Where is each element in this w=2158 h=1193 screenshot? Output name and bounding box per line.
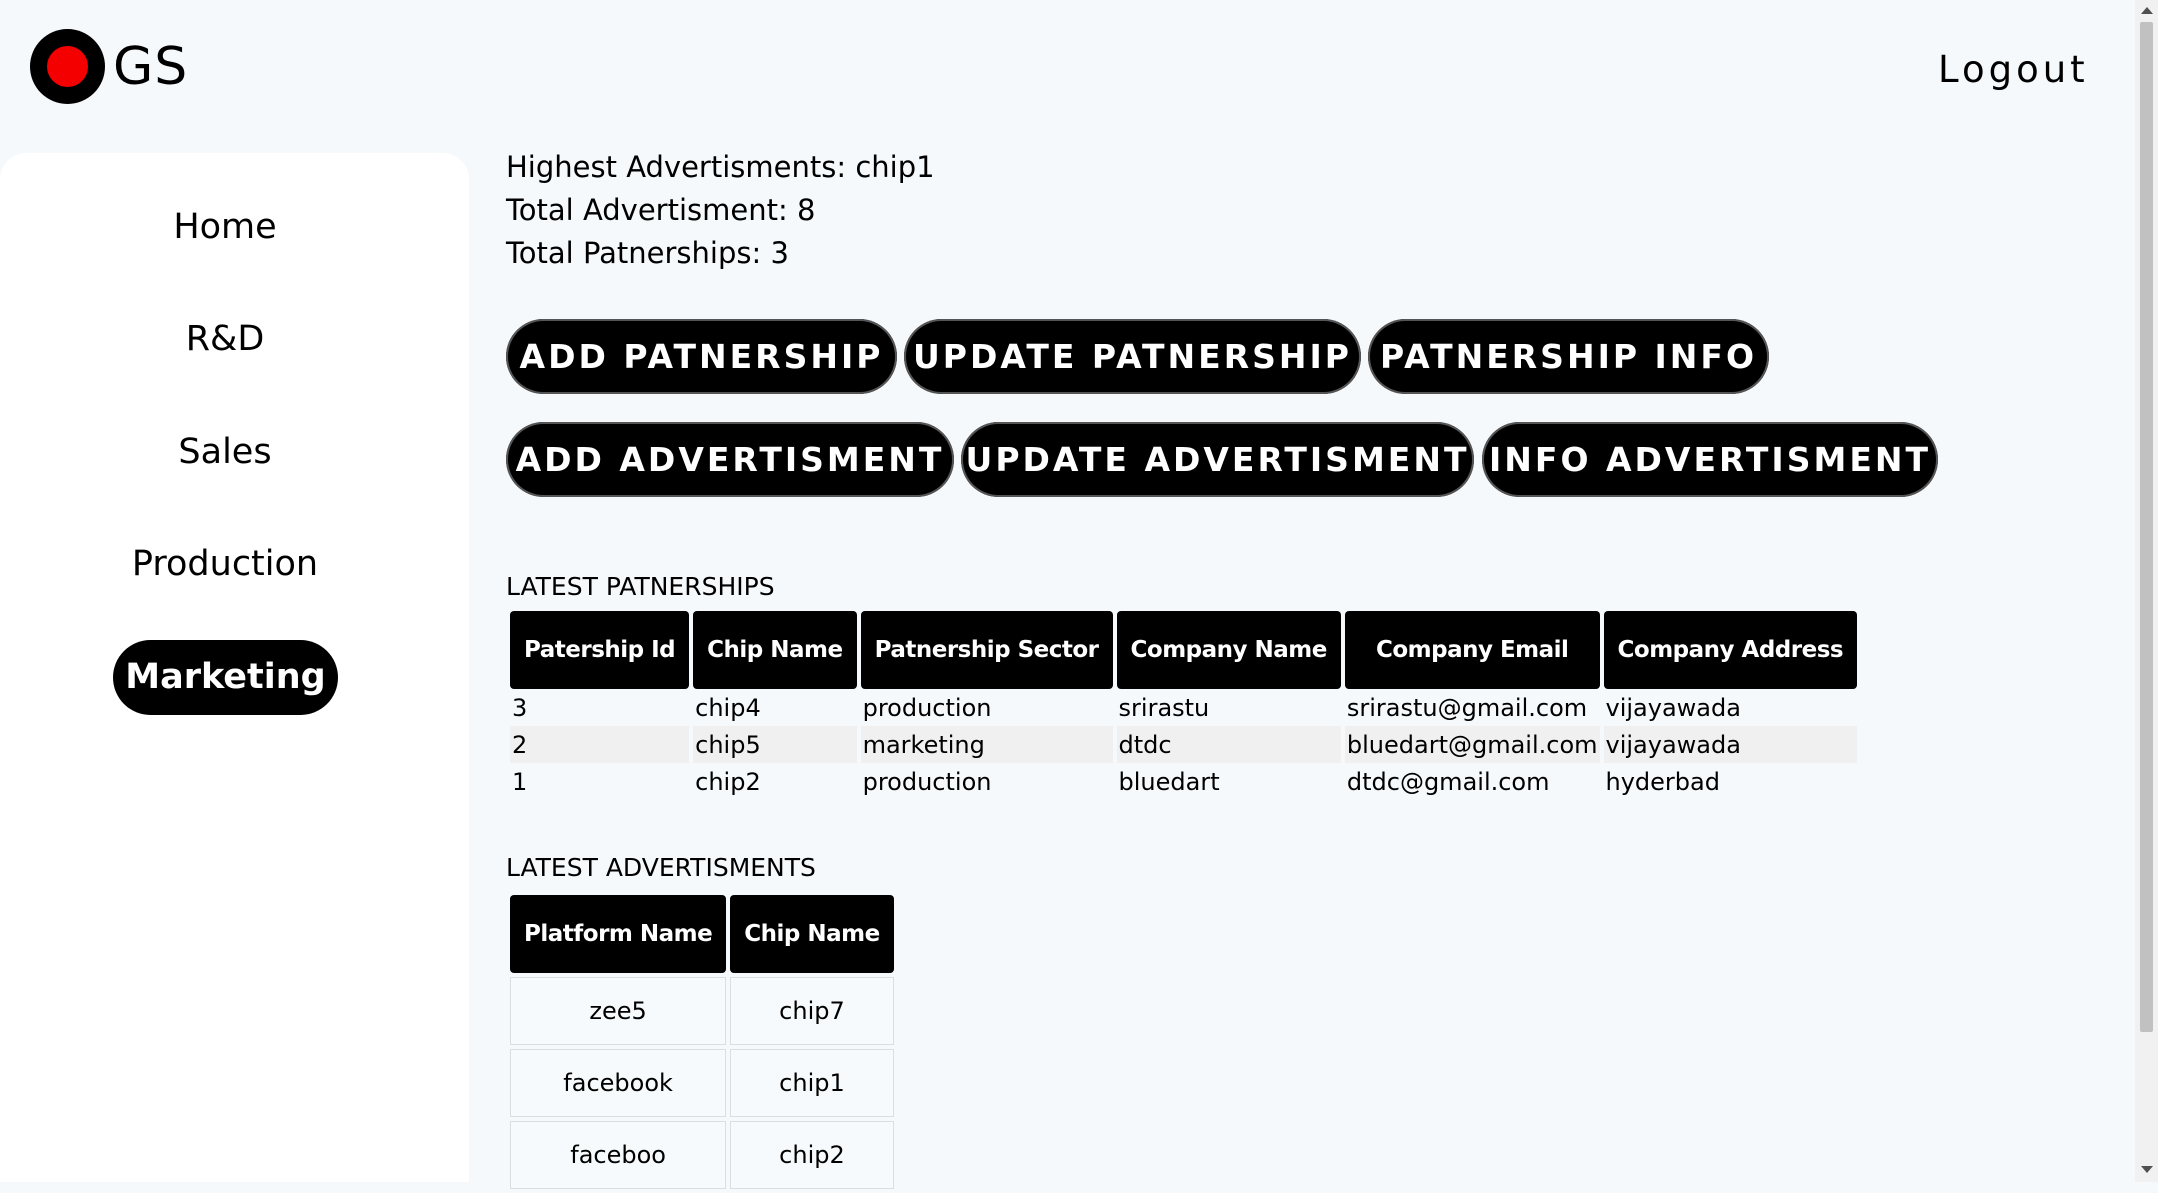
column-header[interactable]: Platform Name (510, 895, 727, 973)
table-cell: chip2 (730, 1121, 894, 1189)
page-scrollbar[interactable] (2135, 0, 2158, 1182)
update-patnership-button[interactable]: UPDATE PATNERSHIP (904, 319, 1361, 394)
logo-text: GS (113, 36, 189, 97)
column-header[interactable]: Chip Name (730, 895, 894, 973)
table-row: zee5 chip7 (510, 977, 894, 1045)
table-cell: dtdc (1116, 726, 1341, 763)
info-advertisment-button[interactable]: INFO ADVERTISMENT (1482, 422, 1938, 497)
sidebar-item-rnd[interactable]: R&D (0, 319, 450, 359)
column-header[interactable]: Chip Name (693, 611, 857, 689)
table-cell: faceboo (510, 1121, 727, 1189)
table-cell: hyderbad (1605, 767, 1720, 796)
table-cell: chip2 (695, 767, 761, 796)
sidebar-item-marketing[interactable]: Marketing (113, 640, 338, 715)
table-header-row: Platform Name Chip Name (510, 895, 894, 973)
table-row: faceboo chip2 (510, 1121, 894, 1189)
table-cell: chip4 (695, 693, 761, 722)
table-cell: dtdc@gmail.com (1346, 767, 1550, 796)
scroll-down-icon[interactable] (2141, 1166, 2153, 1173)
logo[interactable]: GS (30, 29, 188, 104)
table-row: facebook chip1 (510, 1049, 894, 1117)
table-cell: srirastu (1118, 693, 1210, 722)
table-row: 2 chip5 marketing dtdc bluedart@gmail.co… (510, 726, 1858, 763)
add-advertisment-button[interactable]: ADD ADVERTISMENT (506, 422, 954, 497)
advertisments-table: Platform Name Chip Name zee5 chip7 faceb… (506, 891, 898, 1193)
column-header[interactable]: Patership Id (510, 611, 690, 689)
table-cell: bluedart (1118, 767, 1220, 796)
column-header[interactable]: Company Address (1603, 611, 1858, 689)
logout-link[interactable]: Logout (1938, 48, 2089, 91)
stat-total-advertisment: Total Advertisment: 8 (506, 193, 816, 227)
table-cell: zee5 (510, 977, 727, 1045)
table-cell: marketing (860, 726, 1113, 763)
latest-advertisments-title: LATEST ADVERTISMENTS (506, 853, 816, 882)
table-cell: 1 (512, 767, 528, 796)
table-header-row: Patership Id Chip Name Patnership Sector… (510, 611, 1858, 689)
sidebar-item-home[interactable]: Home (0, 207, 450, 247)
stat-total-patnerships: Total Patnerships: 3 (506, 236, 789, 270)
sidebar: Home R&D Sales Production Marketing (0, 153, 469, 1182)
table-cell: facebook (510, 1049, 727, 1117)
table-cell: bluedart@gmail.com (1344, 726, 1600, 763)
update-advertisment-button[interactable]: UPDATE ADVERTISMENT (961, 422, 1474, 497)
patnership-info-button[interactable]: PATNERSHIP INFO (1368, 319, 1769, 394)
latest-patnerships-title: LATEST PATNERSHIPS (506, 572, 775, 601)
table-cell: vijayawada (1603, 726, 1858, 763)
table-cell: chip5 (693, 726, 857, 763)
table-cell: 3 (512, 693, 528, 722)
sidebar-item-production[interactable]: Production (0, 544, 450, 584)
table-cell: production (862, 693, 992, 722)
column-header[interactable]: Patnership Sector (860, 611, 1113, 689)
scroll-thumb[interactable] (2140, 22, 2153, 1032)
patnerships-table: Patership Id Chip Name Patnership Sector… (506, 611, 1861, 800)
table-row: 3 chip4 production srirastu srirastu@gma… (510, 689, 1857, 726)
stat-highest-advertisments: Highest Advertisments: chip1 (506, 150, 935, 184)
table-cell: chip7 (730, 977, 894, 1045)
logo-mark-icon (30, 29, 105, 104)
table-row: 1 chip2 production bluedart dtdc@gmail.c… (510, 763, 1857, 800)
sidebar-item-sales[interactable]: Sales (0, 432, 450, 472)
column-header[interactable]: Company Name (1116, 611, 1341, 689)
column-header[interactable]: Company Email (1344, 611, 1600, 689)
scroll-up-icon[interactable] (2141, 7, 2153, 14)
add-patnership-button[interactable]: ADD PATNERSHIP (506, 319, 897, 394)
table-cell: 2 (510, 726, 690, 763)
table-cell: production (862, 767, 992, 796)
table-cell: vijayawada (1605, 693, 1741, 722)
table-cell: chip1 (730, 1049, 894, 1117)
table-cell: srirastu@gmail.com (1346, 693, 1588, 722)
